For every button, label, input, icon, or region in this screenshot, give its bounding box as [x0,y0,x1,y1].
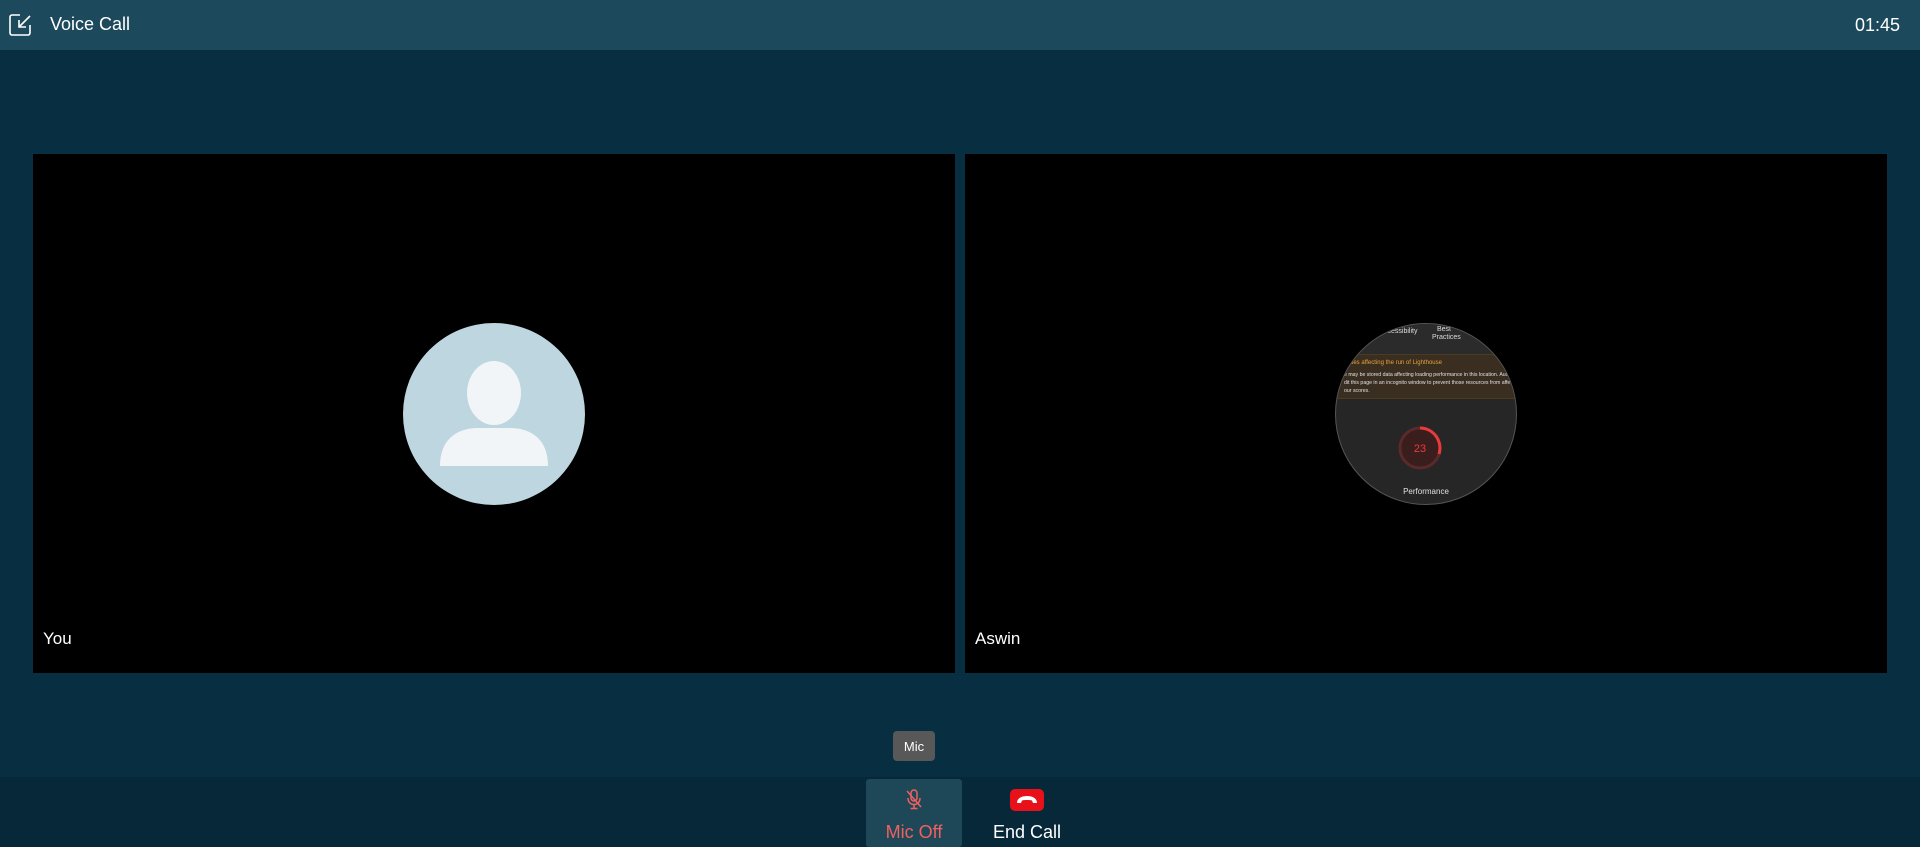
screen-preview-warning: ssues affecting the run of Lighthouse e … [1336,354,1516,399]
participant-tile-you: You [33,154,955,673]
minimize-window-icon[interactable] [8,12,34,38]
performance-gauge: 23 [1396,424,1444,472]
performance-score: 23 [1414,443,1426,455]
end-call-label: End Call [992,822,1062,842]
mic-toggle-button[interactable]: Mic Off [866,779,962,847]
warning-title: ssues affecting the run of Lighthouse [1344,360,1442,366]
screen-preview-tab: ccessibility [1384,328,1418,335]
mic-off-icon [905,788,923,812]
performance-label: Performance [1403,487,1449,496]
end-call-button[interactable]: End Call [979,779,1075,847]
participant-tile-aswin: ccessibility Best Practices ssues affect… [965,154,1887,673]
user-avatar-icon [403,323,585,505]
window-title: Voice Call [50,14,131,34]
participant-name: You [43,629,72,648]
mic-toggle-label: Mic Off [885,822,943,842]
title-bar: Voice Call 01:45 [0,0,1920,50]
warning-line: dit this page in an incognito window to … [1344,380,1513,386]
participant-name: Aswin [975,629,1021,648]
end-call-icon [1010,788,1044,812]
screen-share-avatar: ccessibility Best Practices ssues affect… [1335,323,1517,505]
mic-tooltip: Mic [893,731,935,761]
screen-preview-tabs: ccessibility Best Practices [1336,324,1516,354]
call-timer: 01:45 [1854,15,1900,35]
warning-line: our scores. [1344,388,1370,394]
warning-line: e may be stored data affecting loading p… [1344,372,1509,378]
screen-preview-tab: Best Practices [1432,326,1461,341]
